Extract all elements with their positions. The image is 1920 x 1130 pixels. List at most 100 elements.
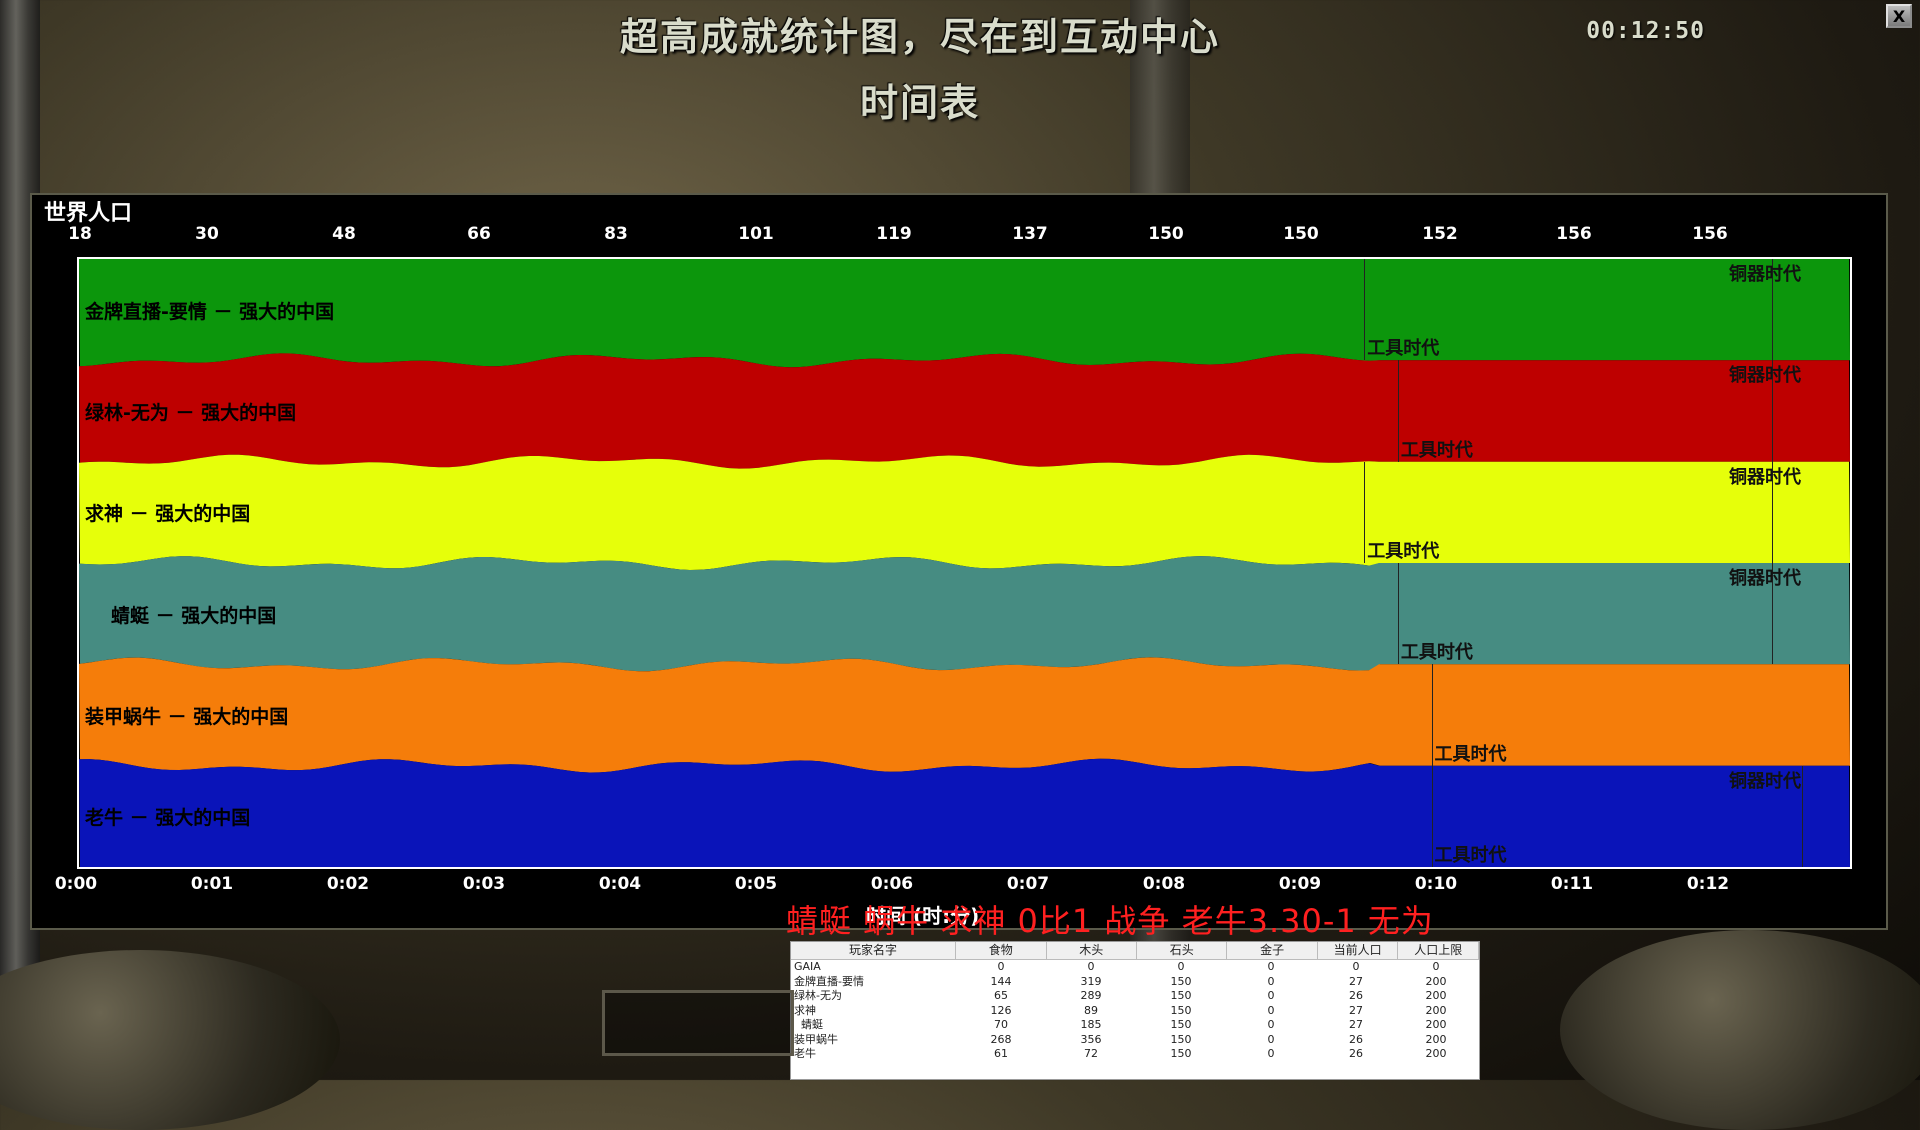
- stats-cell: 0: [1267, 1018, 1275, 1031]
- stats-cell: 200: [1425, 1047, 1447, 1060]
- player-band: [79, 556, 1850, 672]
- population-tick-label: 156: [1692, 224, 1728, 244]
- stats-column-header[interactable]: 木头: [1047, 942, 1137, 959]
- population-tick-label: 48: [332, 224, 356, 244]
- stats-cell: 0: [1267, 974, 1275, 988]
- stats-player-name: GAIA: [794, 960, 821, 973]
- chart-label: 世界人口: [44, 201, 133, 226]
- stats-cell: 0: [1177, 960, 1185, 973]
- stats-column-header[interactable]: 食物: [956, 942, 1047, 959]
- stats-cell: 65: [994, 989, 1008, 1002]
- stats-table-row: 装甲蜗牛 268 356 150 0 26 200: [791, 1033, 1479, 1048]
- player-band: [79, 353, 1850, 469]
- stats-table-header: 玩家名字 食物 木头 石头 金子 当前人口 人口上限: [791, 942, 1479, 960]
- stats-player-name: 绿林-无为: [794, 989, 842, 1002]
- time-tick-label: 0:08: [1142, 874, 1186, 894]
- age-marker-line: [1801, 765, 1803, 867]
- stats-cell: 27: [1349, 1003, 1363, 1017]
- age-marker-label: 工具时代: [1400, 439, 1473, 461]
- stats-cell: 200: [1425, 1032, 1447, 1046]
- stats-cell: 200: [1425, 1003, 1447, 1017]
- chat-input-box[interactable]: [602, 990, 794, 1056]
- population-tick-label: 150: [1283, 224, 1319, 244]
- stats-cell: 144: [990, 974, 1012, 988]
- stats-cell: 150: [1170, 974, 1192, 988]
- close-button[interactable]: X: [1886, 4, 1912, 28]
- stats-cell: 356: [1080, 1032, 1102, 1046]
- age-marker-line: [1364, 259, 1366, 361]
- background-statue-right: [1560, 930, 1920, 1130]
- stats-cell: 0: [1267, 1032, 1275, 1046]
- stats-cell: 27: [1349, 974, 1363, 988]
- stats-cell: 0: [997, 960, 1005, 973]
- stats-cell: 150: [1170, 989, 1192, 1002]
- time-tick-label: 0:00: [54, 874, 98, 894]
- stats-column-header[interactable]: 玩家名字: [791, 942, 957, 959]
- game-clock: 00:12:50: [1586, 18, 1705, 44]
- population-tick-label: 83: [604, 224, 628, 244]
- age-marker-label: 工具时代: [1367, 338, 1440, 360]
- stats-player-name: 蜻蜓: [794, 1018, 823, 1031]
- stats-cell: 89: [1084, 1003, 1098, 1017]
- time-tick-label: 0:06: [870, 874, 914, 894]
- age-marker-label: 铜器时代: [1729, 264, 1801, 285]
- stats-column-header[interactable]: 当前人口: [1318, 942, 1399, 959]
- age-marker-line: [1397, 360, 1399, 462]
- stats-column-header[interactable]: 石头: [1137, 942, 1228, 959]
- time-tick-label: 0:12: [1686, 874, 1730, 894]
- player-band-label: 蜻蜓 － 强大的中国: [111, 604, 277, 627]
- player-band-label: 求神 － 强大的中国: [85, 503, 251, 526]
- stats-cell: 61: [994, 1047, 1008, 1060]
- stats-table-row: GAIA 0 0 0 0 0 0: [791, 960, 1479, 975]
- stats-cell: 150: [1170, 1047, 1192, 1060]
- age-marker-label: 工具时代: [1367, 541, 1440, 562]
- age-marker-label: 铜器时代: [1729, 568, 1801, 589]
- stats-cell: 319: [1080, 974, 1102, 988]
- stats-cell: 72: [1084, 1047, 1098, 1060]
- stats-cell: 26: [1349, 989, 1363, 1002]
- player-band-label: 金牌直播-要情 － 强大的中国: [85, 300, 335, 323]
- population-tick-label: 152: [1422, 224, 1458, 244]
- background-rock-left: [0, 950, 340, 1130]
- stats-cell: 0: [1267, 989, 1275, 1002]
- stats-cell: 289: [1080, 989, 1102, 1002]
- age-marker-line: [1431, 664, 1433, 766]
- stats-cell: 0: [1432, 960, 1440, 973]
- time-tick-label: 0:01: [190, 874, 234, 894]
- population-tick-label: 119: [876, 224, 912, 244]
- stats-cell: 26: [1349, 1032, 1363, 1046]
- population-tick-label: 150: [1148, 224, 1184, 244]
- time-tick-label: 0:11: [1550, 874, 1594, 894]
- age-marker-label: 工具时代: [1434, 845, 1507, 866]
- player-band-label: 老牛 － 强大的中国: [85, 807, 251, 830]
- stats-column-header[interactable]: 人口上限: [1398, 942, 1479, 959]
- stats-table-row: 求神 126 89 150 0 27 200: [791, 1004, 1479, 1019]
- stats-cell: 150: [1170, 1018, 1192, 1031]
- stats-cell: 185: [1080, 1018, 1102, 1031]
- player-band: [79, 758, 1850, 867]
- stats-cell: 0: [1087, 960, 1095, 973]
- age-marker-label: 铜器时代: [1729, 770, 1801, 792]
- population-tick-label: 137: [1012, 224, 1048, 244]
- stats-cell: 200: [1425, 1018, 1447, 1031]
- stats-column-header[interactable]: 金子: [1227, 942, 1318, 959]
- age-marker-label: 工具时代: [1434, 743, 1507, 765]
- stats-cell: 200: [1425, 974, 1447, 988]
- stats-player-name: 求神: [794, 1003, 816, 1017]
- stats-table-row: 绿林-无为 65 289 150 0 26 200: [791, 989, 1479, 1004]
- stats-cell: 27: [1349, 1018, 1363, 1031]
- player-band-label: 绿林-无为 － 强大的中国: [85, 402, 297, 424]
- time-tick-label: 0:04: [598, 874, 642, 894]
- stats-table-body: GAIA 0 0 0 0 0 0 金牌直播-要情 144 319 150 0 27 200 绿林-无为 65 2…: [791, 960, 1479, 1062]
- stats-cell: 150: [1170, 1003, 1192, 1017]
- player-band: [79, 454, 1850, 570]
- time-tick-label: 0:03: [462, 874, 506, 894]
- stats-cell: 0: [1267, 1047, 1275, 1060]
- time-tick-label: 0:07: [1006, 874, 1050, 894]
- stats-cell: 150: [1170, 1032, 1192, 1046]
- stats-cell: 26: [1349, 1047, 1363, 1060]
- time-tick-label: 0:02: [326, 874, 370, 894]
- stats-table-row: 老牛 61 72 150 0 26 200: [791, 1047, 1479, 1062]
- stats-cell: 268: [990, 1032, 1012, 1046]
- population-tick-label: 66: [467, 224, 491, 244]
